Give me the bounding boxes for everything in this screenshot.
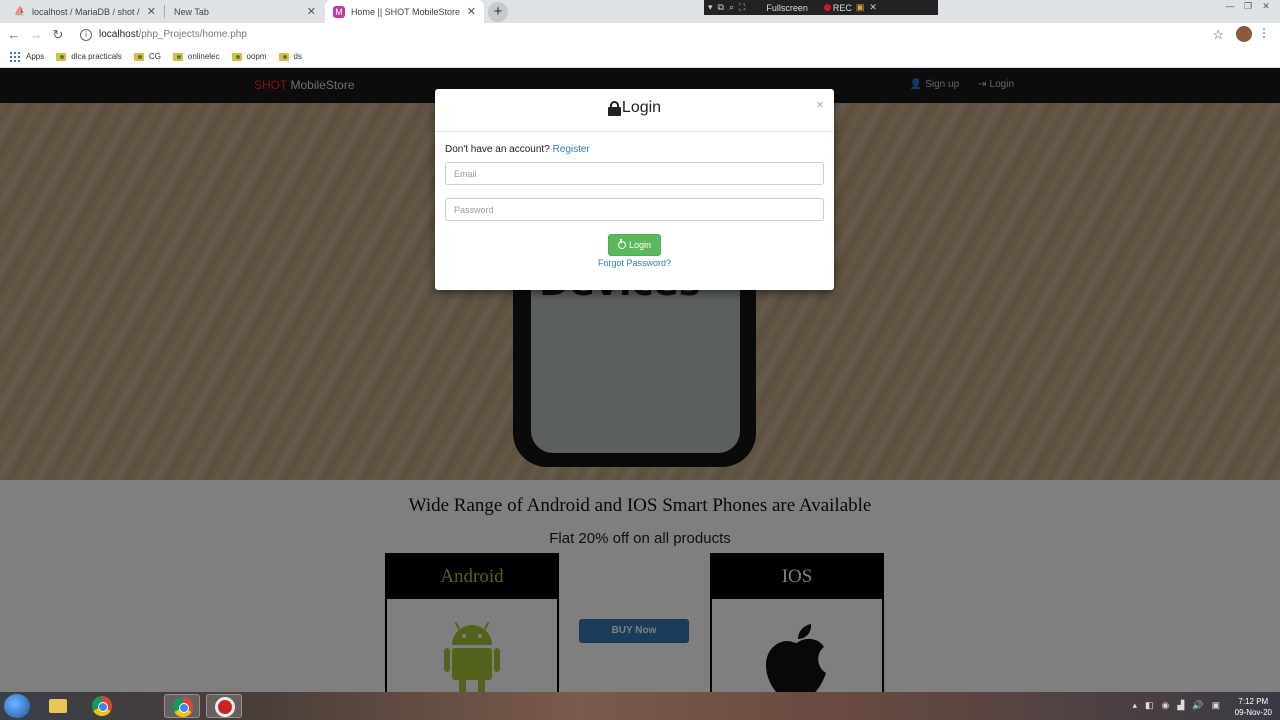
clock-date: 09-Nov-20 [1234, 708, 1272, 717]
window-controls: — ❐ ✕ [1222, 0, 1274, 14]
forgot-password-link[interactable]: Forgot Password? [435, 258, 834, 268]
phpmyadmin-icon: ⛵ [14, 6, 26, 16]
tab-label: Home || SHOT MobileStore [351, 6, 461, 17]
site-favicon-icon: M [333, 5, 345, 18]
clock-time: 7:12 PM [1238, 697, 1269, 706]
bookmark-ds[interactable]: ds [278, 52, 302, 61]
back-icon[interactable]: ← [3, 27, 25, 42]
tab-label: New Tab [174, 6, 209, 17]
account-text: Don't have an account? [445, 144, 550, 155]
recorder-icon [215, 697, 235, 717]
bookmark-favicon-icon [172, 52, 183, 61]
bookmark-favicon-icon [231, 52, 242, 61]
tab-shot-mobilestore[interactable]: M Home || SHOT MobileStore ✕ [325, 0, 484, 23]
zoom-icon[interactable]: ⌕ [729, 2, 734, 13]
start-button[interactable] [4, 694, 30, 718]
login-button[interactable]: Login [608, 234, 661, 256]
bookmark-label: onlinelec [187, 52, 220, 61]
tray-expand-icon[interactable]: ▴ [1132, 700, 1137, 711]
address-bar[interactable]: i localhost/php_Projects/home.php [76, 25, 1226, 44]
close-modal-button[interactable]: × [816, 97, 824, 112]
bookmark-star-icon[interactable]: ☆ [1212, 27, 1224, 43]
close-window-icon[interactable]: ✕ [1258, 0, 1274, 12]
crop-icon[interactable]: ⛶ [739, 2, 745, 13]
bookmark-favicon-icon [133, 52, 144, 61]
tab-label: localhost / MariaDB / shot / item [32, 6, 141, 17]
email-field[interactable] [445, 162, 824, 185]
register-link[interactable]: Register [553, 144, 590, 155]
bookmark-favicon-icon [56, 52, 67, 61]
bookmark-favicon-icon [278, 52, 289, 61]
lock-icon [607, 100, 621, 116]
camera-icon[interactable]: ▣ [856, 2, 865, 13]
bookmark-apps[interactable]: Apps [10, 51, 45, 62]
close-icon[interactable]: ✕ [869, 2, 877, 13]
network-icon[interactable]: ▟ [1177, 700, 1184, 711]
tray-sync-icon[interactable]: ◉ [1161, 700, 1169, 711]
volume-icon[interactable]: 🔊 [1192, 700, 1203, 711]
login-modal: Login × Don't have an account? Register … [435, 89, 834, 290]
bookmark-label: ds [293, 52, 302, 61]
info-icon[interactable]: i [80, 28, 92, 41]
bookmark-onlinelec[interactable]: onlinelec [172, 52, 220, 61]
taskbar-recorder[interactable] [206, 694, 242, 718]
bookmark-label: dlca practicals [71, 52, 122, 61]
account-prompt: Don't have an account? Register [445, 144, 590, 155]
close-tab-icon[interactable]: ✕ [467, 5, 476, 18]
minimize-icon[interactable]: — [1222, 0, 1238, 12]
chrome-icon [173, 697, 193, 717]
new-tab-button[interactable]: + [488, 2, 508, 22]
bookmarks-bar: Apps dlca practicals CG onlinelec oopm d… [0, 46, 1280, 68]
browser-toolbar: ← → ↻ i localhost/php_Projects/home.php [0, 23, 1280, 46]
login-button-label: Login [628, 240, 652, 250]
tray-app-icon[interactable]: ◧ [1145, 700, 1154, 711]
profile-avatar[interactable] [1236, 26, 1252, 42]
dropdown-icon[interactable]: ▾ [708, 2, 713, 13]
modal-title-text: Login [621, 99, 662, 116]
forward-icon[interactable]: → [25, 27, 47, 42]
folder-icon [49, 699, 67, 713]
bookmark-label: Apps [26, 52, 45, 61]
record-dot-icon [823, 4, 831, 11]
close-tab-icon[interactable]: ✕ [147, 5, 156, 18]
taskbar-chrome[interactable] [84, 694, 120, 718]
close-tab-icon[interactable]: ✕ [307, 5, 316, 18]
fullscreen-label[interactable]: Fullscreen [766, 3, 808, 13]
taskbar: ▴ ◧ ◉ ▟ 🔊 ▣ 7:12 PM 09-Nov-20 [0, 692, 1280, 720]
bookmark-label: oopm [246, 52, 267, 61]
rec-label[interactable]: REC [833, 3, 852, 13]
tab-new-tab[interactable]: New Tab ✕ [166, 0, 324, 23]
recorder-bar: ▾ ⧉ ⌕ ⛶ Fullscreen REC ▣ ✕ [704, 0, 938, 15]
modal-title: Login [435, 99, 834, 117]
taskbar-explorer[interactable] [40, 694, 76, 718]
web-page: SHOT MobileStore 👤Sign up ⇥Login Devices… [0, 68, 1280, 692]
bookmark-cg[interactable]: CG [133, 52, 161, 61]
reload-icon[interactable]: ↻ [47, 27, 69, 43]
tab-phpmyadmin[interactable]: ⛵ localhost / MariaDB / shot / item ✕ [6, 0, 164, 23]
restore-window-icon[interactable]: ❐ [1240, 0, 1256, 12]
tab-strip: ⛵ localhost / MariaDB / shot / item ✕ Ne… [0, 0, 1280, 23]
chrome-icon [92, 696, 112, 716]
url-path: /php_Projects/home.php [138, 29, 247, 40]
url-host: localhost [99, 29, 139, 40]
system-tray: ▴ ◧ ◉ ▟ 🔊 ▣ [1132, 700, 1220, 711]
taskbar-chrome-active[interactable] [164, 694, 200, 718]
bookmark-dlca[interactable]: dlca practicals [56, 52, 122, 61]
menu-kebab-icon[interactable]: ⋮ [1258, 26, 1270, 40]
apps-grid-icon [10, 51, 20, 62]
taskbar-clock[interactable]: 7:12 PM 09-Nov-20 [1235, 696, 1272, 718]
power-icon [617, 239, 626, 249]
tray-status-icon[interactable]: ▣ [1211, 700, 1220, 711]
bookmark-label: CG [148, 52, 161, 61]
modal-header: Login × [435, 89, 834, 132]
tab-separator [164, 5, 165, 18]
restore-icon[interactable]: ⧉ [718, 2, 724, 13]
bookmark-oopm[interactable]: oopm [231, 52, 267, 61]
password-field[interactable] [445, 198, 824, 221]
